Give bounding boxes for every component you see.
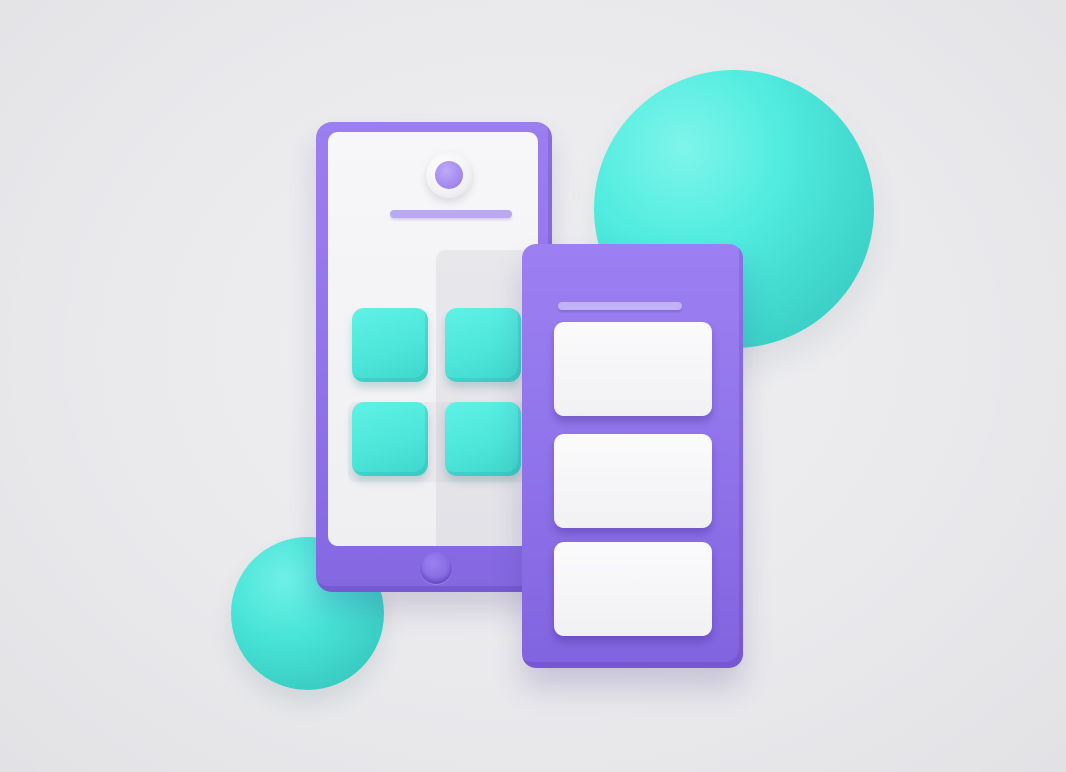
home-button-icon: [420, 552, 452, 584]
list-card: [554, 434, 712, 528]
app-tile: [352, 402, 428, 476]
list-card: [554, 542, 712, 636]
app-tile: [445, 308, 521, 382]
list-card: [554, 322, 712, 416]
panel-header-placeholder-bar: [558, 302, 682, 310]
app-tile: [352, 308, 428, 382]
phone-mockup: [316, 122, 552, 592]
phone-screen: [328, 132, 538, 546]
avatar-icon: [426, 152, 472, 198]
avatar-dot: [435, 161, 463, 189]
list-panel-mockup: [522, 244, 743, 668]
app-tile: [445, 402, 521, 476]
profile-name-placeholder-bar: [390, 210, 512, 218]
illustration-scene: [0, 0, 1066, 772]
